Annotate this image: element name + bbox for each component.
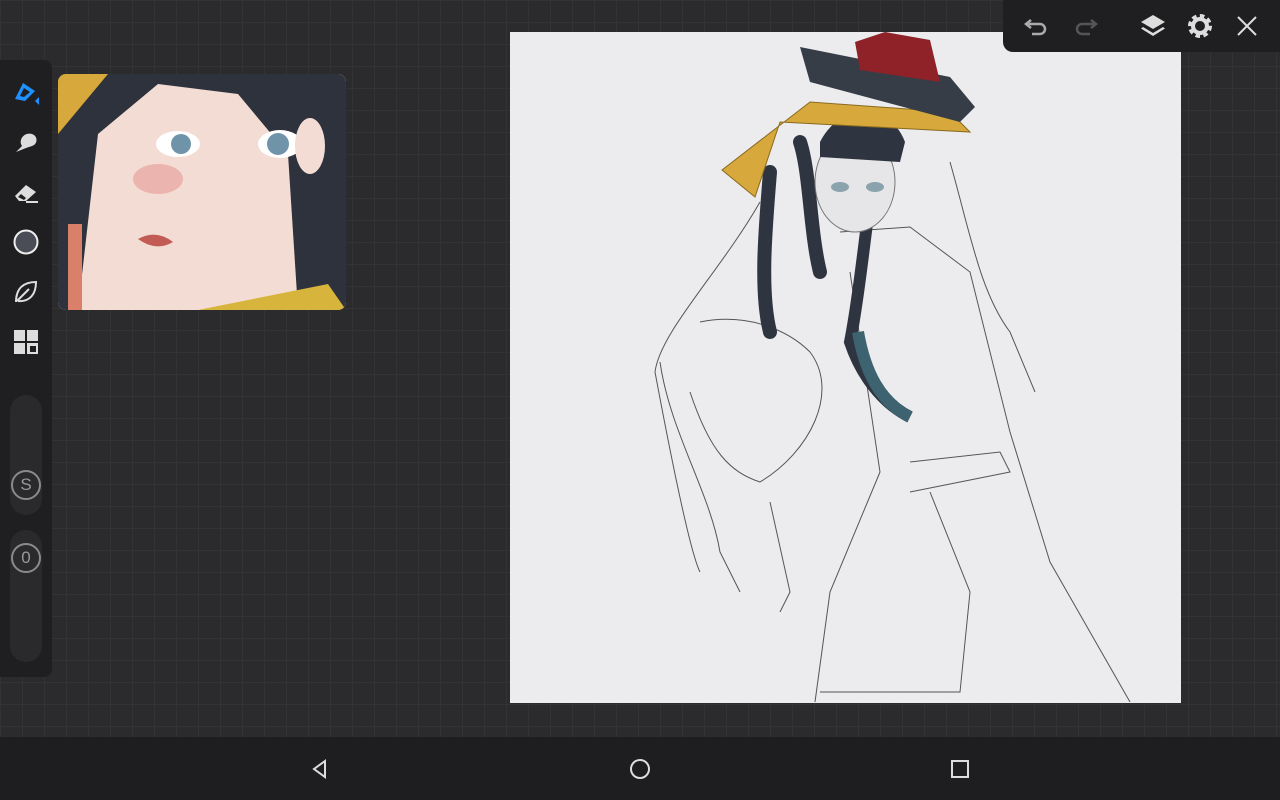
opacity-slider[interactable]: 0 [10,530,42,662]
nav-back-button[interactable] [306,755,334,783]
color-picker-button[interactable] [8,224,44,260]
left-toolbar: S 0 [0,60,52,677]
color-swatch-icon [13,229,39,255]
close-icon [1237,16,1257,36]
redo-icon [1075,19,1099,36]
canvas-artwork [654,32,1131,703]
shape-tool-button[interactable] [8,274,44,310]
smudge-icon [16,133,37,152]
undo-button[interactable] [1018,8,1054,44]
leaf-icon [15,280,38,303]
redo-button[interactable] [1068,8,1104,44]
nav-recents-button[interactable] [946,755,974,783]
recents-icon [951,760,969,778]
grid-icon [14,330,38,354]
reference-image[interactable] [58,74,346,310]
drawing-canvas[interactable] [510,32,1181,703]
smudge-tool-button[interactable] [8,124,44,160]
top-toolbar [1003,0,1280,52]
close-button[interactable] [1229,8,1265,44]
panels-button[interactable] [8,324,44,360]
home-icon [630,759,650,779]
eraser-icon [15,185,38,203]
settings-button[interactable] [1182,8,1218,44]
size-knob[interactable]: S [11,470,41,500]
opacity-knob[interactable]: 0 [11,543,41,573]
back-icon [312,759,326,779]
undo-icon [1023,19,1047,36]
system-navigation-bar [0,737,1280,800]
layers-button[interactable] [1135,8,1171,44]
gear-icon [1188,14,1212,38]
brush-icon [15,83,39,105]
brush-size-slider[interactable]: S [10,395,42,515]
brush-tool-button[interactable] [8,74,44,110]
eraser-tool-button[interactable] [8,174,44,210]
nav-home-button[interactable] [626,755,654,783]
reference-artwork [58,74,346,310]
layers-icon [1141,15,1165,36]
size-label: S [20,475,32,494]
opacity-label: 0 [21,548,31,567]
